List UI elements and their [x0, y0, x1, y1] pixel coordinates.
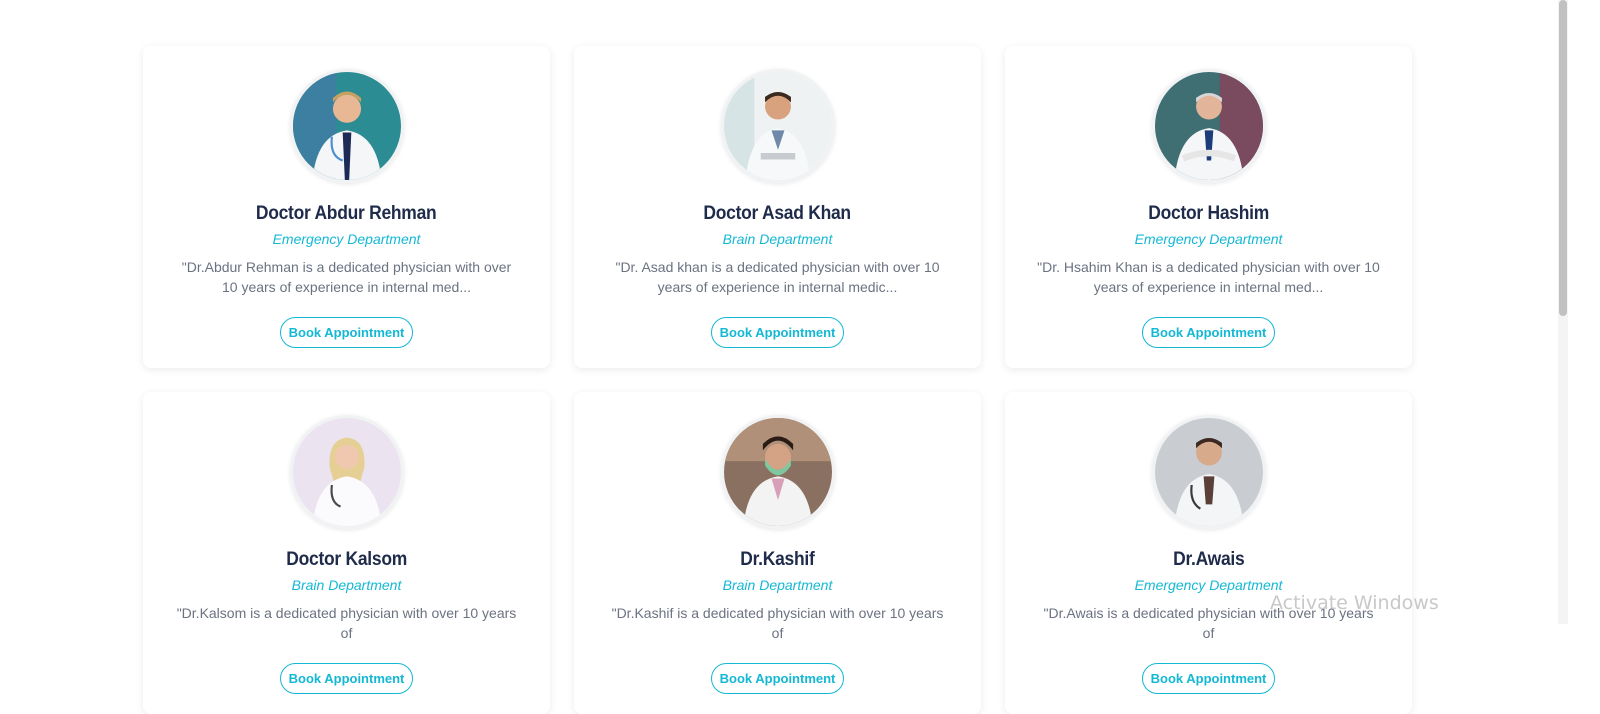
doctor-card: Dr.Awais Emergency Department "Dr.Awais …: [1005, 392, 1412, 714]
doctor-name: Doctor Asad Khan: [703, 203, 852, 224]
doctor-photo-icon: [1154, 418, 1263, 526]
book-appointment-button[interactable]: Book Appointment: [710, 317, 845, 348]
doctor-department: Emergency Department: [1134, 231, 1283, 247]
doctor-bio: "Dr.Abdur Rehman is a dedicated physicia…: [181, 259, 512, 295]
doctor-bio: "Dr. Hsahim Khan is a dedicated physicia…: [1037, 259, 1380, 295]
doctor-department: Brain Department: [291, 577, 402, 593]
doctor-card: Doctor Hashim Emergency Department "Dr. …: [1005, 46, 1412, 368]
doctor-name: Dr.Awais: [1172, 549, 1245, 570]
doctor-photo-icon: [723, 418, 832, 526]
doctor-photo-icon: [723, 72, 832, 180]
book-appointment-button[interactable]: Book Appointment: [1141, 317, 1276, 348]
vertical-scrollbar[interactable]: [1558, 0, 1568, 624]
doctor-photo-icon: [292, 418, 401, 526]
doctor-name: Doctor Abdur Rehman: [256, 203, 437, 224]
doctor-department: Emergency Department: [272, 231, 421, 247]
doctor-avatar: [289, 415, 404, 529]
doctor-department: Brain Department: [722, 577, 833, 593]
book-appointment-button[interactable]: Book Appointment: [279, 663, 414, 694]
doctor-grid: Doctor Abdur Rehman Emergency Department…: [143, 46, 1412, 714]
doctor-card: Doctor Abdur Rehman Emergency Department…: [143, 46, 550, 368]
doctor-avatar: [720, 415, 835, 529]
doctor-bio: "Dr.Kalsom is a dedicated physician with…: [176, 605, 517, 641]
book-appointment-button[interactable]: Book Appointment: [1141, 663, 1276, 694]
doctor-name: Doctor Hashim: [1148, 203, 1269, 224]
doctor-avatar: [1151, 415, 1266, 529]
doctor-avatar: [289, 69, 404, 183]
doctor-card: Dr.Kashif Brain Department "Dr.Kashif is…: [574, 392, 981, 714]
doctor-photo-icon: [1154, 72, 1263, 180]
doctor-bio: "Dr. Asad khan is a dedicated physician …: [615, 259, 940, 295]
scrollbar-thumb[interactable]: [1559, 0, 1567, 316]
doctor-bio: "Dr.Kashif is a dedicated physician with…: [611, 605, 944, 641]
doctor-department: Brain Department: [722, 231, 833, 247]
doctor-card: Doctor Asad Khan Brain Department "Dr. A…: [574, 46, 981, 368]
doctor-department: Emergency Department: [1134, 577, 1283, 593]
doctor-avatar: [720, 69, 835, 183]
activate-windows-watermark: Activate Windows: [1270, 592, 1439, 614]
doctor-name: Dr.Kashif: [740, 549, 815, 570]
doctor-card: Doctor Kalsom Brain Department "Dr.Kalso…: [143, 392, 550, 714]
doctor-avatar: [1151, 69, 1266, 183]
doctor-name: Doctor Kalsom: [286, 549, 407, 570]
book-appointment-button[interactable]: Book Appointment: [710, 663, 845, 694]
doctor-photo-icon: [292, 72, 401, 180]
book-appointment-button[interactable]: Book Appointment: [279, 317, 414, 348]
